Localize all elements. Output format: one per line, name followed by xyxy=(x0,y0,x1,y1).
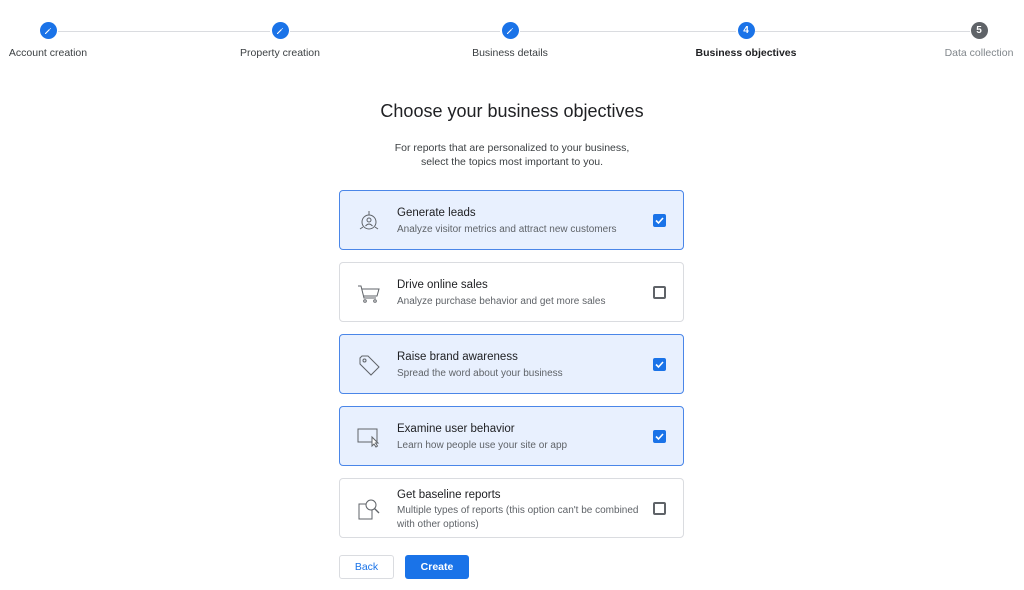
edit-pencil-icon xyxy=(271,22,289,39)
objective-card-drive-online-sales[interactable]: Drive online sales Analyze purchase beha… xyxy=(339,262,684,322)
progress-stepper: Account creation Property creation Busin… xyxy=(0,0,1024,80)
step-label: Business details xyxy=(472,47,548,59)
objective-checkbox[interactable] xyxy=(653,430,666,443)
objective-description: Analyze visitor metrics and attract new … xyxy=(397,224,617,235)
objective-title: Raise brand awareness xyxy=(397,351,518,363)
objective-checkbox[interactable] xyxy=(653,358,666,371)
target-person-icon xyxy=(359,211,379,230)
objective-checkbox[interactable] xyxy=(653,502,666,515)
objective-description: Multiple types of reports (this option c… xyxy=(397,505,639,530)
checkmark-icon xyxy=(655,361,664,369)
page-subtitle: For reports that are personalized to you… xyxy=(0,141,1024,169)
step-account-creation[interactable]: Account creation xyxy=(0,22,128,59)
objective-card-raise-brand-awareness[interactable]: Raise brand awareness Spread the word ab… xyxy=(339,334,684,394)
back-button[interactable]: Back xyxy=(339,555,394,579)
page-title: Choose your business objectives xyxy=(380,101,644,121)
magnifier-document-icon xyxy=(358,499,380,520)
step-label: Account creation xyxy=(8,47,88,59)
step-number: 5 xyxy=(970,22,988,39)
step-business-objectives: 4 Business objectives xyxy=(666,22,826,59)
step-label: Property creation xyxy=(240,47,320,59)
edit-pencil-icon xyxy=(501,22,519,39)
subtitle-line: For reports that are personalized to you… xyxy=(394,142,630,154)
checkmark-icon xyxy=(655,433,664,441)
objective-description: Spread the word about your business xyxy=(397,368,563,379)
step-property-creation[interactable]: Property creation xyxy=(200,22,360,59)
create-button[interactable]: Create xyxy=(405,555,469,579)
objective-description: Analyze purchase behavior and get more s… xyxy=(397,296,606,307)
checkmark-icon xyxy=(655,217,664,225)
objective-card-examine-user-behavior[interactable]: Examine user behavior Learn how people u… xyxy=(339,406,684,466)
step-label: Business objectives xyxy=(695,47,797,59)
objective-title: Drive online sales xyxy=(397,279,488,291)
step-business-details[interactable]: Business details xyxy=(430,22,590,59)
screen-cursor-icon xyxy=(357,428,380,448)
objective-description: Learn how people use your site or app xyxy=(397,440,568,451)
step-label: Data collection xyxy=(944,47,1014,59)
step-data-collection: 5 Data collection xyxy=(899,22,1024,59)
edit-pencil-icon xyxy=(39,22,57,39)
objective-checkbox[interactable] xyxy=(653,286,666,299)
objective-title: Get baseline reports xyxy=(397,489,501,501)
shopping-cart-icon xyxy=(358,285,380,303)
subtitle-line: select the topics most important to you. xyxy=(420,156,604,168)
objective-checkbox[interactable] xyxy=(653,214,666,227)
tag-icon xyxy=(359,355,380,376)
objective-card-generate-leads[interactable]: Generate leads Analyze visitor metrics a… xyxy=(339,190,684,250)
objective-title: Generate leads xyxy=(397,207,476,219)
objective-card-get-baseline-reports[interactable]: Get baseline reports Multiple types of r… xyxy=(339,478,684,538)
objective-title: Examine user behavior xyxy=(397,423,515,435)
step-number: 4 xyxy=(737,22,755,39)
